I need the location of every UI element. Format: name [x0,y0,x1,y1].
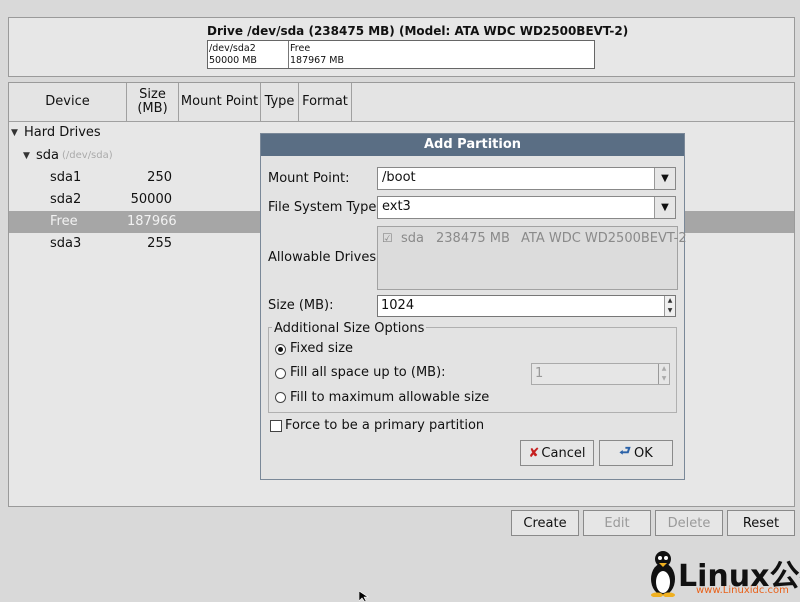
expander-icon[interactable]: ▼ [23,151,30,161]
fill-max-label[interactable]: Fill to maximum allowable size [290,390,489,405]
mount-point-combo[interactable]: /boot ▼ [377,167,676,190]
column-header-size[interactable]: Size (MB) [127,83,179,121]
size-cell: 187966 [127,214,177,229]
column-header-format[interactable]: Format [299,83,352,121]
radio-fixed-size[interactable] [275,344,286,355]
cancel-label: Cancel [541,445,586,461]
drive-segment-sda2[interactable]: /dev/sda2 50000 MB [208,41,289,68]
column-header-type[interactable]: Type [261,83,299,121]
size-cell: 250 [147,170,172,185]
size-label: Size (MB): [268,298,334,313]
column-header-device[interactable]: Device [9,83,127,121]
device-cell: sda1 [50,170,82,185]
cancel-button[interactable]: ✘ Cancel [520,440,594,466]
fs-type-label: File System Type: [268,200,381,215]
tux-penguin-icon [651,551,675,597]
ok-label: OK [633,445,653,461]
allowable-drives-label: Allowable Drives: [268,250,381,265]
additional-size-options-label: Additional Size Options [272,321,427,336]
drive-entry-size: 238475 MB [436,231,510,246]
edit-button[interactable]: Edit [583,510,651,536]
drive-usage-bar: /dev/sda2 50000 MB Free 187967 MB [207,40,595,69]
expander-icon[interactable]: ▼ [11,128,18,138]
add-partition-dialog: Add Partition Mount Point: /boot ▼ File … [260,133,687,480]
segment-size: 187967 MB [290,55,344,66]
drive-panel: Drive /dev/sda (238475 MB) (Model: ATA W… [8,17,795,77]
fs-type-value: ext3 [382,199,411,214]
mouse-cursor-icon [359,591,369,602]
drive-title: Drive /dev/sda (238475 MB) (Model: ATA W… [207,24,629,38]
spin-up-icon[interactable]: ▲ [659,364,669,374]
chevron-down-icon[interactable]: ▼ [654,168,675,189]
disk-path: (/dev/sda) [62,150,113,161]
spin-buttons[interactable]: ▲ ▼ [658,364,669,384]
spin-buttons[interactable]: ▲ ▼ [664,296,675,316]
ok-button[interactable]: ⮐ OK [599,440,673,466]
size-value[interactable]: 1024 [381,298,414,313]
device-cell: Free [50,214,78,229]
checkbox-checked-icon[interactable]: ☑ [382,231,393,245]
mount-point-value[interactable]: /boot [382,170,416,185]
allowable-drives-list[interactable]: ☑ sda 238475 MB ATA WDC WD2500BEVT-2 [377,226,687,290]
delete-button[interactable]: Delete [655,510,723,536]
chevron-down-icon[interactable]: ▼ [654,197,675,218]
tree-group-label: Hard Drives [24,125,101,140]
device-cell: sda2 [50,192,82,207]
fill-size-value[interactable]: 1 [535,366,543,381]
drive-segment-free[interactable]: Free 187967 MB [289,41,594,68]
size-cell: 255 [147,236,172,251]
fill-up-to-label[interactable]: Fill all space up to (MB): [290,365,446,380]
cancel-icon: ✘ [528,445,540,461]
table-header: Device Size (MB) Mount Point Type Format [9,83,794,122]
size-spinbox[interactable]: 1024 ▲ ▼ [377,295,676,317]
mount-point-label: Mount Point: [268,171,350,186]
watermark-url: www.Linuxidc.com [696,585,789,596]
device-cell: sda3 [50,236,82,251]
fill-size-spinbox[interactable]: 1 ▲ ▼ [531,363,670,385]
create-button[interactable]: Create [511,510,579,536]
spin-down-icon[interactable]: ▼ [665,306,675,316]
spin-down-icon[interactable]: ▼ [659,374,669,384]
drive-entry-name: sda [401,231,424,246]
fs-type-select[interactable]: ext3 ▼ [377,196,676,219]
size-cell: 50000 [130,192,172,207]
segment-name: /dev/sda2 [209,43,256,54]
drive-entry-model: ATA WDC WD2500BEVT-2 [521,231,687,246]
segment-size: 50000 MB [209,55,257,66]
primary-partition-checkbox[interactable] [270,420,282,432]
primary-partition-label[interactable]: Force to be a primary partition [285,418,484,433]
ok-icon: ⮐ [619,444,631,459]
disk-label: sda [36,148,59,163]
dialog-title: Add Partition [261,134,684,156]
watermark-logo: Linux公社 www.Linuxidc.com [648,545,800,601]
spin-up-icon[interactable]: ▲ [665,296,675,306]
fixed-size-label[interactable]: Fixed size [290,341,353,356]
segment-name: Free [290,43,311,54]
column-header-mount-point[interactable]: Mount Point [179,83,261,121]
reset-button[interactable]: Reset [727,510,795,536]
radio-fill-max[interactable] [275,392,286,403]
radio-fill-up-to[interactable] [275,368,286,379]
